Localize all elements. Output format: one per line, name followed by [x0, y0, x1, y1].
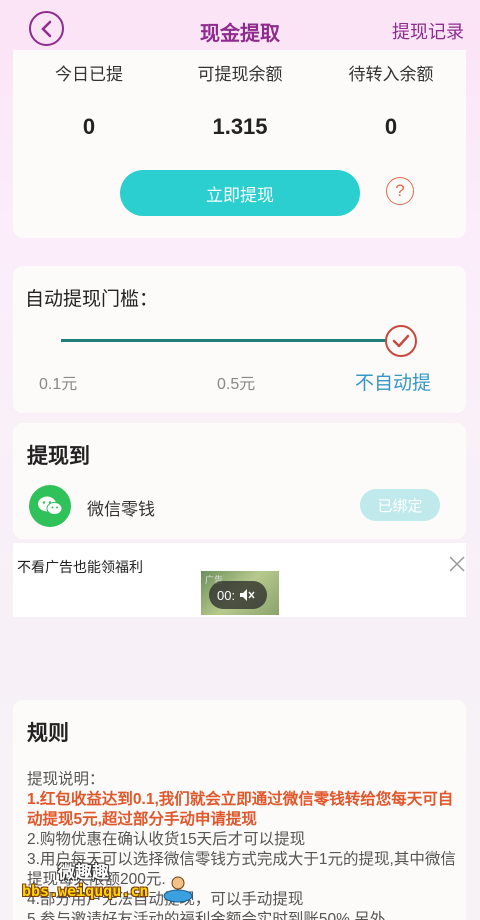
rules-item-2: 2.购物优惠在确认收货15天后才可以提现: [27, 831, 306, 848]
withdraw-now-button[interactable]: 立即提现: [120, 170, 360, 216]
rules-intro: 提现说明：: [27, 771, 105, 788]
ad-text: 不看广告也能领福利: [17, 559, 143, 575]
today-withdrawn-value: 0: [82, 114, 96, 139]
rules-item-5: 5.参与邀请好友活动的福利金额会实时到账50%,另外: [27, 911, 386, 920]
threshold-slider[interactable]: [61, 339, 401, 342]
watermark-url: bbs.weiququ.cn: [22, 882, 149, 900]
ad-timer-text: 00:: [217, 587, 236, 603]
mascot-icon: [163, 876, 193, 903]
pending-balance-value: 0: [384, 114, 398, 139]
pending-balance-label: 待转入余额: [348, 65, 434, 84]
rules-title: 规则: [27, 722, 69, 745]
check-icon: [392, 334, 410, 348]
site-watermark: 微趣趣 bbs.weiququ.cn: [22, 858, 202, 908]
threshold-title: 自动提现门槛：: [25, 289, 159, 310]
rules-highlight: 1.红包收益达到0.1,我们就会立即通过微信零钱转给您每天可自动提现5元,超过部…: [27, 791, 454, 828]
ad-video-thumbnail[interactable]: 广告 00:: [201, 571, 279, 615]
close-icon[interactable]: [448, 555, 466, 573]
help-icon[interactable]: ?: [386, 177, 414, 205]
watermark-title: 微趣趣: [58, 863, 109, 882]
wechat-icon: [29, 485, 71, 527]
available-balance-label: 可提现余额: [197, 65, 283, 84]
ad-banner[interactable]: 不看广告也能领福利 广告 00:: [13, 543, 466, 617]
slider-thumb[interactable]: [385, 325, 417, 357]
balance-card: 今日已提 0 可提现余额 1.315 待转入余额 0 立即提现 ?: [13, 50, 466, 238]
bound-status-badge: 已绑定: [360, 489, 440, 521]
withdraw-to-card: 提现到 微信零钱 已绑定: [13, 423, 466, 539]
ad-timer[interactable]: 00:: [209, 581, 267, 609]
withdraw-history-link[interactable]: 提现记录: [392, 18, 464, 44]
threshold-option-none[interactable]: 不自动提: [355, 368, 431, 395]
withdraw-to-title: 提现到: [27, 445, 90, 468]
today-withdrawn-label: 今日已提: [55, 65, 123, 84]
threshold-option-0.5[interactable]: 0.5元: [217, 370, 255, 394]
mute-icon[interactable]: [239, 588, 255, 602]
available-balance-value: 1.315: [212, 114, 268, 139]
auto-withdraw-threshold-card: 自动提现门槛： 0.1元 0.5元 不自动提: [13, 266, 466, 413]
threshold-option-0.1[interactable]: 0.1元: [39, 370, 77, 394]
wechat-wallet-label: 微信零钱: [87, 500, 155, 519]
